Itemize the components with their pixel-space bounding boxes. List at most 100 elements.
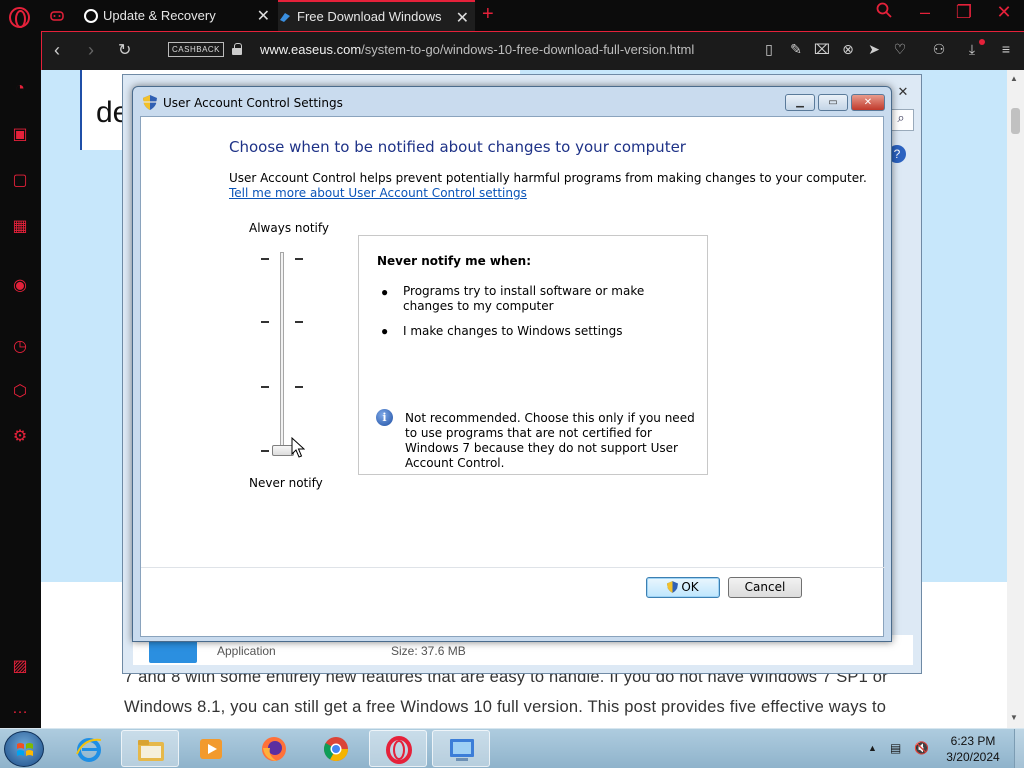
internet-explorer-icon [76,738,102,762]
never-notify-label: Never notify [249,476,323,490]
maximize-button[interactable]: ▭ [818,94,848,111]
scroll-up-icon[interactable]: ▲ [1010,74,1018,83]
cube-icon[interactable]: ⬡ [10,382,30,402]
network-icon[interactable]: ▤ [890,741,901,755]
folder-icon [138,740,164,761]
taskbar-firefox[interactable] [245,730,303,767]
page-scrollbar[interactable]: ▲ ▼ [1007,70,1024,728]
ok-button[interactable]: OK [646,577,720,598]
uac-shield-icon [143,95,157,110]
dialog-heading: Choose when to be notified about changes… [229,138,686,156]
opera-tab-icon [84,8,98,23]
tab-label: Free Download Windows 10 Full Version [297,9,443,24]
back-icon[interactable]: ‹ [54,40,60,61]
start-button[interactable] [4,731,44,767]
heart-icon[interactable]: ♡ [891,41,909,58]
url-path: /system-to-go/windows-10-free-download-f… [361,42,695,57]
slider-tick [295,258,303,260]
more-icon[interactable]: … [10,699,30,719]
close-icon[interactable]: ✕ [456,8,469,28]
camera-icon[interactable]: ⌧ [813,41,831,58]
slider-tick [261,386,269,388]
gallery-icon[interactable]: ▨ [10,657,30,677]
taskbar-opera[interactable] [369,730,427,767]
info-icon: i [376,409,393,426]
opera-menu-icon[interactable] [9,7,30,28]
forward-icon[interactable]: › [88,40,94,61]
show-hidden-icons[interactable]: ▲ [868,743,877,753]
control-panel-icon [450,739,474,761]
notification-level-slider[interactable] [280,252,284,452]
gamepad-icon [50,9,64,23]
cancel-button[interactable]: Cancel [728,577,802,598]
taskbar-control-panel[interactable] [432,730,490,767]
url-field[interactable]: www.easeus.com/system-to-go/windows-10-f… [260,42,694,57]
always-notify-label: Always notify [249,221,329,235]
send-icon[interactable]: ➤ [865,41,883,58]
scrollbar-thumb[interactable] [1011,108,1020,134]
close-icon[interactable]: ✕ [257,6,270,26]
minimize-button[interactable]: ▁ [785,94,815,111]
dialog-content: Choose when to be notified about changes… [140,116,885,637]
mouse-cursor-icon [291,437,305,458]
reader-mode-icon[interactable]: ▯ [760,41,778,58]
tab-label: Update & Recovery [103,8,216,23]
new-tab-plus-icon[interactable]: + [482,3,494,26]
ad-block-icon[interactable]: ⊗ [839,41,857,58]
close-window-icon[interactable]: ✕ [992,2,1016,23]
application-size: Size: 37.6 MB [391,644,466,658]
close-button[interactable]: ✕ [851,94,885,111]
history-icon[interactable]: ◷ [10,337,30,357]
dialog-description: User Account Control helps prevent poten… [229,171,867,185]
bullet-icon: ● [381,324,389,338]
chrome-icon [323,737,348,762]
easeus-favicon-icon [278,10,292,24]
footer-divider [141,567,885,568]
menu-icon[interactable]: ≡ [997,41,1015,57]
tab-update-recovery[interactable]: Update & Recovery ✕ [84,0,276,31]
address-bar: ‹ › ↻ CASHBACK www.easeus.com/system-to-… [41,31,1024,70]
tab-pinned[interactable] [50,0,80,31]
player-icon[interactable]: ◉ [10,276,30,296]
firefox-icon [262,737,286,761]
cpu-icon[interactable]: ▦ [10,217,30,237]
level-description-box: Never notify me when: ● Programs try to … [358,235,708,475]
slider-tick [295,321,303,323]
taskbar-chrome[interactable] [307,730,365,767]
edit-icon[interactable]: ✎ [787,41,805,58]
clock-time: 6:23 PM [950,734,996,748]
show-desktop-button[interactable] [1014,729,1024,768]
cashback-badge[interactable]: CASHBACK [168,42,225,57]
article-paragraph-line: Windows 8.1, you can still get a free Wi… [124,698,887,716]
browser-tab-bar: Update & Recovery ✕ Free Download Window… [0,0,1024,31]
reload-icon[interactable]: ↻ [118,40,131,60]
twitch-icon[interactable]: ▢ [10,171,30,191]
tab-free-download-windows[interactable]: Free Download Windows 10 Full Version ✕ [278,0,475,31]
restore-icon[interactable]: ❐ [952,2,976,23]
minimize-icon[interactable]: – [913,2,937,23]
opera-sidebar: ◔ ▣ ▢ ▦ ◉ ◷ ⬡ ⚙ ▨ … [0,31,41,728]
briefcase-icon[interactable]: ▣ [10,125,30,145]
slider-tick [295,386,303,388]
windows-taskbar: ▲ ▤ 🔇 6:23 PM 3/20/2024 [0,728,1024,768]
taskbar-file-explorer[interactable] [121,730,179,767]
account-icon[interactable]: ⚇ [930,41,948,58]
speed-dial-icon[interactable]: ◔ [10,79,30,99]
lock-icon[interactable] [232,43,242,55]
search-tabs-icon[interactable] [872,2,896,23]
close-icon[interactable]: ✕ [889,83,917,101]
volume-muted-icon[interactable]: 🔇 [914,741,929,755]
scroll-down-icon[interactable]: ▼ [1010,713,1018,722]
slider-tick [261,450,269,452]
taskbar-internet-explorer[interactable] [60,730,118,767]
system-clock[interactable]: 6:23 PM 3/20/2024 [942,733,1004,765]
learn-more-link[interactable]: Tell me more about User Account Control … [229,186,527,200]
taskbar-media-player[interactable] [182,730,240,767]
settings-gear-icon[interactable]: ⚙ [10,427,30,447]
download-icon[interactable]: ⤓ [963,41,981,58]
level-item: I make changes to Windows settings [403,324,623,338]
windows-logo-icon [17,743,33,756]
ok-label: OK [681,580,699,594]
opera-icon [386,736,412,764]
slider-tick [261,321,269,323]
